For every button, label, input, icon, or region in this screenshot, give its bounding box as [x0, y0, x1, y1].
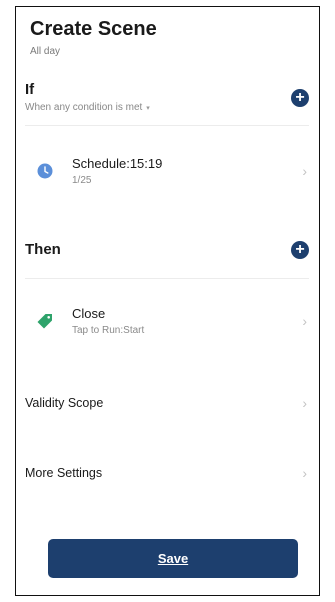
add-action-button[interactable]: + [291, 241, 309, 259]
header: Create Scene All day [30, 18, 157, 57]
condition-mode-label: When any condition is met [25, 102, 143, 113]
divider [25, 125, 309, 126]
create-scene-panel: Create Scene All day If When any conditi… [15, 6, 320, 596]
condition-mode-dropdown[interactable]: When any condition is met ▾ [25, 102, 309, 113]
validity-scope-label: Validity Scope [25, 396, 104, 410]
condition-row-schedule[interactable]: Schedule:15:19 1/25 › [25, 151, 309, 191]
tag-icon [34, 310, 56, 332]
condition-subtitle: 1/25 [72, 175, 92, 186]
condition-title: Schedule:15:19 [72, 156, 163, 171]
action-row-close[interactable]: Close Tap to Run:Start › [25, 301, 309, 341]
if-section-header: If When any condition is met ▾ + [25, 81, 309, 113]
divider [25, 278, 309, 279]
then-section-title: Then [25, 241, 61, 258]
page-title: Create Scene [30, 18, 157, 40]
more-settings-row[interactable]: More Settings › [25, 463, 309, 483]
more-settings-label: More Settings [25, 466, 103, 480]
validity-scope-row[interactable]: Validity Scope › [25, 393, 309, 413]
save-button[interactable]: Save [48, 539, 298, 578]
chevron-down-icon: ▾ [146, 104, 150, 112]
action-title: Close [72, 306, 106, 321]
chevron-right-icon: › [302, 395, 307, 411]
clock-icon [34, 160, 56, 182]
action-subtitle: Tap to Run:Start [72, 325, 145, 336]
chevron-right-icon: › [302, 465, 307, 481]
page-subtitle: All day [30, 46, 61, 57]
chevron-right-icon: › [302, 313, 307, 329]
chevron-right-icon: › [302, 163, 307, 179]
then-section-header: Then + [25, 241, 309, 259]
if-section-title: If [25, 81, 35, 98]
plus-icon: + [295, 89, 305, 106]
add-condition-button[interactable]: + [291, 89, 309, 107]
plus-icon: + [295, 241, 305, 258]
